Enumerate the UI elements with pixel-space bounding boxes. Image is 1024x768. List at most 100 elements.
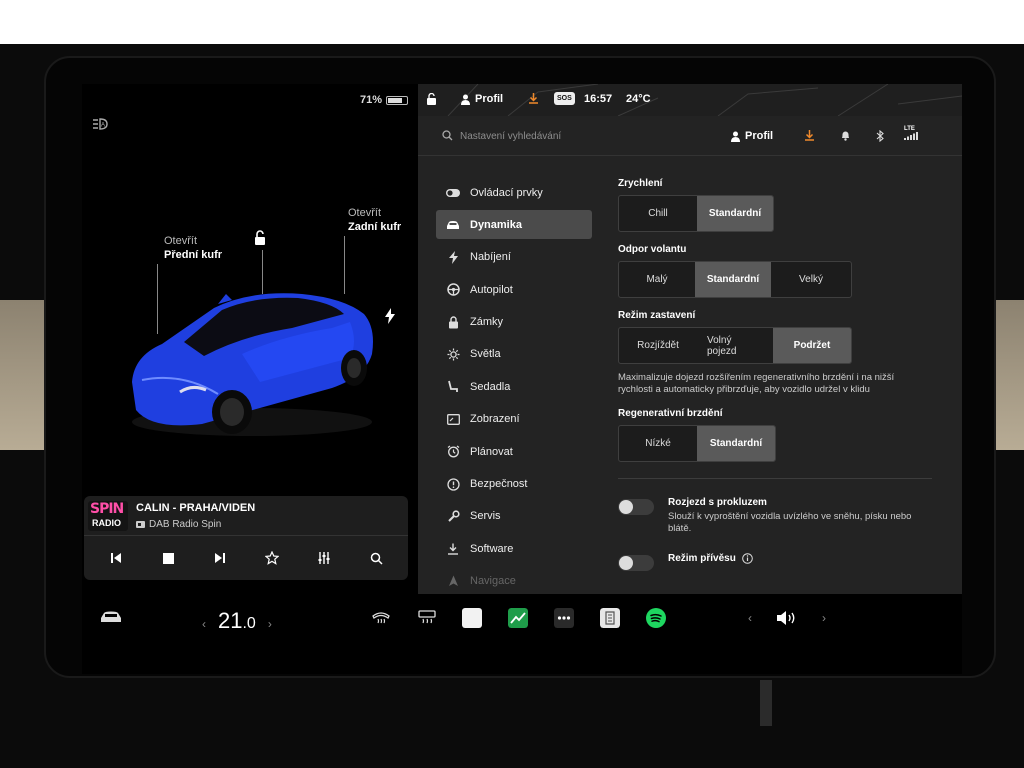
sos-button[interactable]: SOS — [554, 92, 575, 105]
stopping-option-creep[interactable]: Rozjíždět — [619, 328, 697, 363]
settings-search-input[interactable] — [460, 126, 710, 146]
menu-item-locks[interactable]: Zámky — [436, 308, 592, 337]
regen-braking-selector: Nízké Standardní — [618, 425, 776, 462]
auto-headlights-icon[interactable]: A — [90, 116, 110, 132]
menu-item-dynamics[interactable]: Dynamika — [436, 210, 592, 240]
temperature-increase-button[interactable]: › — [268, 617, 272, 631]
app-more-button[interactable] — [554, 608, 574, 628]
menu-item-navigation[interactable]: Navigace — [436, 567, 592, 594]
person-icon — [461, 94, 470, 105]
skip-forward-icon — [215, 553, 225, 563]
unlock-icon[interactable] — [252, 230, 268, 251]
slip-start-toggle[interactable] — [618, 499, 654, 515]
notes-app-icon — [462, 608, 482, 628]
profile-button[interactable]: Profil — [730, 130, 773, 142]
app-energy-button[interactable] — [508, 608, 528, 628]
stopping-mode-selector: Rozjíždět Volný pojezd Podržet — [618, 327, 852, 364]
acceleration-option-standard[interactable]: Standardní — [697, 196, 773, 231]
app-notes-button[interactable] — [462, 608, 482, 628]
menu-item-schedule[interactable]: Plánovat — [436, 437, 592, 466]
regen-option-standard[interactable]: Standardní — [697, 426, 775, 461]
status-update[interactable] — [528, 93, 539, 104]
slip-start-title: Rozjezd s prokluzem — [668, 497, 767, 508]
media-source-label: DAB Radio Spin — [149, 519, 222, 530]
menu-item-controls[interactable]: Ovládací prvky — [436, 178, 592, 207]
rear-trunk-label: Zadní kufr — [348, 221, 402, 233]
trailer-mode-setting: Režim přívěsu — [618, 551, 938, 581]
bluetooth-icon — [876, 130, 884, 142]
temperature-decrease-button[interactable]: ‹ — [202, 617, 206, 631]
stopping-option-hold[interactable]: Podržet — [773, 328, 851, 363]
alarm-clock-icon — [446, 445, 460, 459]
stop-button[interactable] — [155, 545, 181, 571]
app-spotify-button[interactable] — [646, 608, 666, 628]
radio-icon — [136, 521, 145, 528]
menu-item-charging[interactable]: Nabíjení — [436, 243, 592, 272]
menu-item-display[interactable]: Zobrazení — [436, 405, 592, 434]
status-profile[interactable]: Profil — [460, 93, 503, 105]
rear-trunk-action: Otevřít — [348, 207, 382, 219]
profile-label: Profil — [745, 130, 774, 142]
menu-item-label: Zámky — [470, 316, 503, 329]
manual-app-icon — [600, 608, 620, 628]
regen-option-low[interactable]: Nízké — [619, 426, 697, 461]
dashboard-trim-left — [0, 300, 50, 450]
steering-option-light[interactable]: Malý — [619, 262, 695, 297]
media-search-button[interactable] — [363, 545, 389, 571]
car-model-image — [132, 293, 373, 436]
menu-item-label: Software — [470, 542, 514, 555]
acceleration-option-chill[interactable]: Chill — [619, 196, 697, 231]
menu-item-label: Ovládací prvky — [470, 186, 543, 199]
status-lock[interactable] — [426, 93, 437, 105]
menu-item-lights[interactable]: Světla — [436, 340, 592, 369]
charge-port-icon[interactable] — [384, 308, 396, 329]
now-playing: SPIN RADIO CALIN - PRAHA/VIDEN DAB Radio… — [84, 496, 408, 536]
next-track-button[interactable] — [207, 545, 233, 571]
steering-option-standard[interactable]: Standardní — [695, 262, 771, 297]
menu-item-seats[interactable]: Sedadla — [436, 372, 592, 401]
bottom-dock: ‹ 21.0 › ‹ › — [82, 594, 962, 674]
volume-decrease-button[interactable]: ‹ — [748, 611, 752, 625]
front-defrost-button[interactable] — [372, 610, 390, 624]
menu-item-label: Servis — [470, 510, 501, 523]
navigation-icon — [446, 574, 460, 588]
trailer-mode-toggle[interactable] — [618, 555, 654, 571]
status-bar: Profil SOS 16:57 24°C — [418, 84, 962, 116]
front-trunk-button[interactable]: Otevřít Přední kufr — [164, 234, 222, 262]
info-icon[interactable] — [742, 553, 753, 564]
equalizer-button[interactable] — [311, 545, 337, 571]
bluetooth-button[interactable] — [876, 130, 885, 142]
menu-item-safety[interactable]: Bezpečnost — [436, 470, 592, 499]
menu-item-autopilot[interactable]: Autopilot — [436, 275, 592, 304]
settings-header: Profil LTE — [418, 116, 962, 156]
volume-button[interactable] — [776, 610, 798, 626]
software-update-button[interactable] — [804, 130, 815, 141]
touchscreen: 71% A Otevřít Přední kufr Otevřít Zadní … — [82, 84, 962, 674]
menu-item-label: Plánovat — [470, 445, 513, 458]
lock-icon — [446, 315, 460, 329]
menu-item-label: Sedadla — [470, 380, 511, 393]
car-button[interactable] — [100, 610, 122, 624]
download-icon — [446, 542, 460, 556]
favorite-button[interactable] — [259, 545, 285, 571]
battery-percent: 71% — [360, 94, 383, 106]
track-title: CALIN - PRAHA/VIDEN — [136, 502, 256, 514]
rear-defrost-button[interactable] — [418, 610, 436, 624]
seat-icon — [446, 380, 460, 394]
battery-icon — [386, 95, 409, 105]
notifications-button[interactable] — [840, 130, 851, 141]
menu-item-software[interactable]: Software — [436, 534, 592, 563]
media-player[interactable]: SPIN RADIO CALIN - PRAHA/VIDEN DAB Radio… — [84, 496, 408, 580]
volume-increase-button[interactable]: › — [822, 611, 826, 625]
rear-trunk-button[interactable]: Otevřít Zadní kufr — [348, 206, 401, 234]
stopping-option-roll[interactable]: Volný pojezd — [697, 328, 773, 363]
acceleration-title: Zrychlení — [618, 178, 663, 189]
trailer-mode-label: Režim přívěsu — [668, 553, 753, 564]
person-icon — [731, 131, 740, 142]
previous-track-button[interactable] — [103, 545, 129, 571]
station-logo-text: SPIN — [90, 501, 124, 517]
steering-option-heavy[interactable]: Velký — [771, 262, 851, 297]
menu-item-service[interactable]: Servis — [436, 502, 592, 531]
bolt-icon — [446, 250, 460, 264]
app-manual-button[interactable] — [600, 608, 620, 628]
